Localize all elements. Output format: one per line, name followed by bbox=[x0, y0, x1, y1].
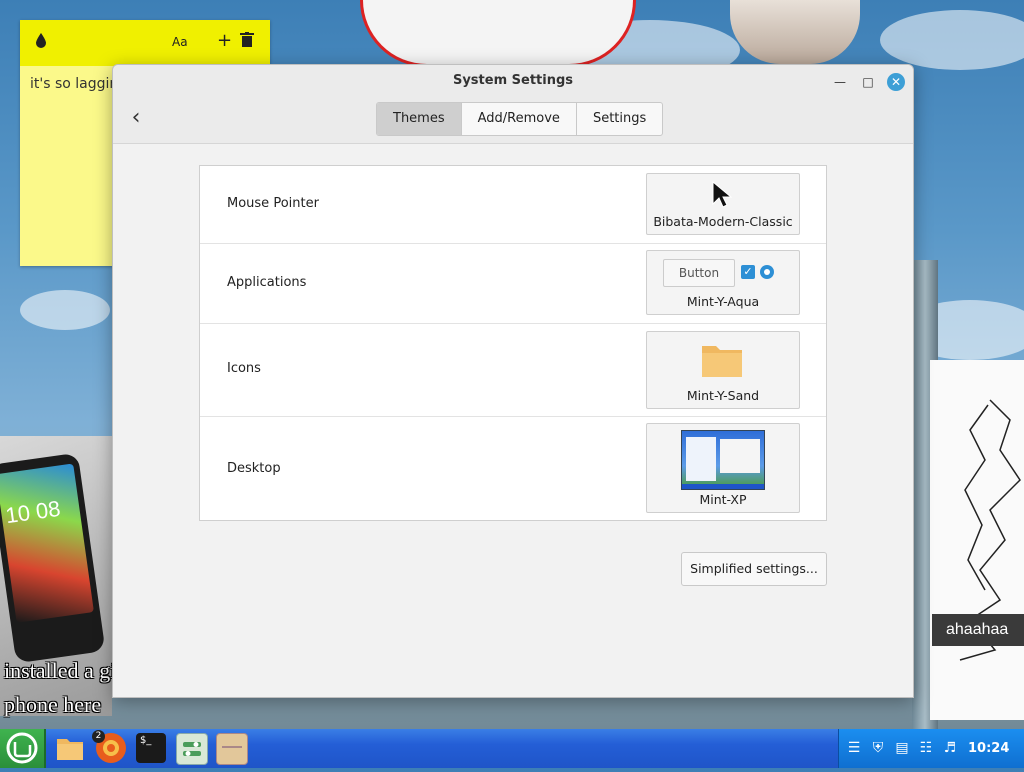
theme-name: Bibata-Modern-Classic bbox=[653, 214, 793, 229]
trash-icon[interactable] bbox=[240, 32, 254, 52]
sticky-note-toolbar: Aa + bbox=[20, 20, 270, 66]
theme-row-icons: Icons Mint-Y-Sand bbox=[200, 323, 826, 417]
color-drop-icon[interactable] bbox=[35, 32, 47, 52]
clipboard-icon[interactable]: ☰ bbox=[845, 739, 863, 757]
network-icon[interactable]: ☷ bbox=[917, 739, 935, 757]
bg-poster bbox=[360, 0, 636, 67]
shield-icon[interactable]: ⛨ bbox=[869, 739, 887, 757]
system-settings-window: System Settings — □ ✕ ‹ Themes Add/Remov… bbox=[112, 64, 914, 698]
minimize-icon[interactable]: — bbox=[831, 73, 849, 91]
window-title: System Settings bbox=[452, 73, 574, 88]
add-icon[interactable]: + bbox=[217, 30, 232, 51]
theme-row-mouse-pointer: Mouse Pointer Bibata-Modern-Classic bbox=[200, 166, 826, 244]
row-label: Mouse Pointer bbox=[227, 196, 319, 211]
phone-clock: 10 08 bbox=[3, 495, 62, 529]
theme-name: Mint-XP bbox=[699, 492, 747, 507]
phone-screen: 10 08 bbox=[0, 463, 94, 623]
row-label: Icons bbox=[227, 361, 261, 376]
system-settings-taskbar-icon[interactable] bbox=[176, 733, 208, 765]
sketch-caption: ahaahaa bbox=[932, 614, 1024, 646]
icons-theme-button[interactable]: Mint-Y-Sand bbox=[646, 331, 800, 409]
desktop-preview-icon bbox=[681, 430, 765, 490]
clock[interactable]: 10:24 bbox=[968, 729, 1009, 768]
notes-icon[interactable]: ▤ bbox=[893, 739, 911, 757]
sticky-notes-icon[interactable] bbox=[216, 733, 248, 765]
bg-cloud bbox=[880, 10, 1024, 70]
back-button[interactable]: ‹ bbox=[123, 103, 149, 133]
applications-theme-button[interactable]: Button ✓ Mint-Y-Aqua bbox=[646, 250, 800, 315]
bg-sketch-image bbox=[930, 360, 1024, 720]
phone-caption-line-2: phone here bbox=[4, 692, 102, 717]
row-label: Applications bbox=[227, 275, 307, 290]
bg-photo bbox=[730, 0, 860, 64]
phone-caption-line-1: installed a gi bbox=[4, 658, 117, 683]
terminal-icon[interactable]: $_ bbox=[136, 733, 166, 763]
radio-preview-icon bbox=[760, 265, 774, 279]
theme-name: Mint-Y-Sand bbox=[686, 388, 760, 403]
cursor-preview-icon bbox=[711, 180, 733, 212]
tab-settings[interactable]: Settings bbox=[577, 103, 662, 135]
phone-body: 10 08 bbox=[0, 452, 106, 664]
menu-button[interactable] bbox=[0, 729, 46, 768]
phone-caption: installed a gi phone here bbox=[4, 654, 116, 722]
text-format-icon[interactable]: Aa bbox=[172, 35, 188, 49]
preview-button: Button bbox=[663, 259, 735, 287]
tab-add-remove[interactable]: Add/Remove bbox=[462, 103, 577, 135]
themes-list: Mouse Pointer Bibata-Modern-Classic Appl… bbox=[199, 165, 827, 521]
tab-themes[interactable]: Themes bbox=[377, 103, 462, 135]
file-manager-icon[interactable] bbox=[55, 733, 85, 763]
simplified-settings-button[interactable]: Simplified settings... bbox=[681, 552, 827, 586]
notification-badge: 2 bbox=[92, 730, 105, 743]
row-label: Desktop bbox=[227, 461, 281, 476]
mouse-pointer-theme-button[interactable]: Bibata-Modern-Classic bbox=[646, 173, 800, 235]
checkbox-preview-icon: ✓ bbox=[741, 265, 755, 279]
taskbar: 2 $_ ☰ ⛨ ▤ ☷ ♬ 10:24 bbox=[0, 729, 1024, 768]
window-header: System Settings — □ ✕ ‹ Themes Add/Remov… bbox=[113, 65, 913, 144]
desktop-theme-button[interactable]: Mint-XP bbox=[646, 423, 800, 513]
folder-preview-icon bbox=[701, 342, 743, 382]
tab-bar: Themes Add/Remove Settings bbox=[376, 102, 664, 136]
theme-row-applications: Applications Button ✓ Mint-Y-Aqua bbox=[200, 243, 826, 324]
volume-icon[interactable]: ♬ bbox=[941, 739, 959, 757]
theme-row-desktop: Desktop Mint-XP bbox=[200, 416, 826, 520]
maximize-icon[interactable]: □ bbox=[859, 73, 877, 91]
bg-cloud bbox=[20, 290, 110, 330]
theme-name: Mint-Y-Aqua bbox=[686, 294, 760, 309]
close-icon[interactable]: ✕ bbox=[887, 73, 905, 91]
